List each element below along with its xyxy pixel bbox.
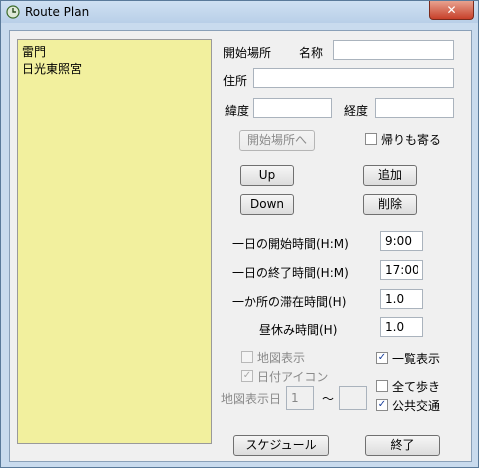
map-display-day-label: 地図表示日 [221,392,282,406]
lunch-time-label: 昼休み時間(H) [259,323,338,337]
date-icon-checkbox[interactable]: ✓ [241,370,253,382]
add-button[interactable]: 追加 [363,165,417,186]
up-button[interactable]: Up [240,165,294,186]
name-label: 名称 [299,46,324,60]
place-list[interactable]: 雷門 日光東照宮 [17,39,212,444]
walk-all-label: 全て歩き [392,380,441,394]
app-icon [6,5,20,19]
stay-time-label: 一か所の滞在時間(H) [232,295,347,309]
window-title: Route Plan [25,5,90,19]
lunch-time-field[interactable] [380,317,423,337]
route-plan-window: Route Plan ✕ 雷門 日光東照宮 開始場所 名称 住所 緯度 経度 開… [0,0,479,468]
list-display-checkbox[interactable]: ✓ [376,352,388,364]
day-end-field[interactable] [380,260,423,280]
longitude-label: 経度 [344,104,369,118]
start-place-label: 開始場所 [223,46,272,60]
delete-button[interactable]: 削除 [363,194,417,215]
latitude-label: 緯度 [225,104,250,118]
date-icon-label: 日付アイコン [257,370,329,384]
walk-all-checkbox[interactable] [376,380,388,392]
tilde-separator: ～ [322,392,335,406]
set-start-place-button[interactable]: 開始場所へ [239,130,315,151]
client-area: 雷門 日光東照宮 開始場所 名称 住所 緯度 経度 開始場所へ 帰りも寄る Up… [9,30,472,462]
return-checkbox-label: 帰りも寄る [381,133,442,147]
close-button[interactable]: 終了 [365,435,440,456]
list-item[interactable]: 雷門 [22,43,46,60]
window-close-button[interactable]: ✕ [429,1,474,20]
list-item[interactable]: 日光東照宮 [22,60,82,77]
map-day-from-field[interactable] [286,386,314,410]
public-transport-label: 公共交通 [392,399,441,413]
day-start-label: 一日の開始時間(H:M) [232,237,349,251]
return-checkbox[interactable] [365,133,377,145]
name-field[interactable] [333,40,454,60]
longitude-field[interactable] [375,98,454,118]
map-day-to-field[interactable] [339,386,367,410]
title-bar[interactable]: Route Plan ✕ [1,1,478,23]
map-display-label: 地図表示 [257,351,306,365]
public-transport-checkbox[interactable]: ✓ [376,399,388,411]
address-label: 住所 [223,74,248,88]
day-end-label: 一日の終了時間(H:M) [232,266,349,280]
list-display-label: 一覧表示 [392,352,441,366]
day-start-field[interactable] [380,231,423,251]
latitude-field[interactable] [253,98,332,118]
stay-time-field[interactable] [380,289,423,309]
down-button[interactable]: Down [240,194,294,215]
address-field[interactable] [253,68,454,88]
map-display-checkbox[interactable] [241,351,253,363]
schedule-button[interactable]: スケジュール [233,435,329,456]
